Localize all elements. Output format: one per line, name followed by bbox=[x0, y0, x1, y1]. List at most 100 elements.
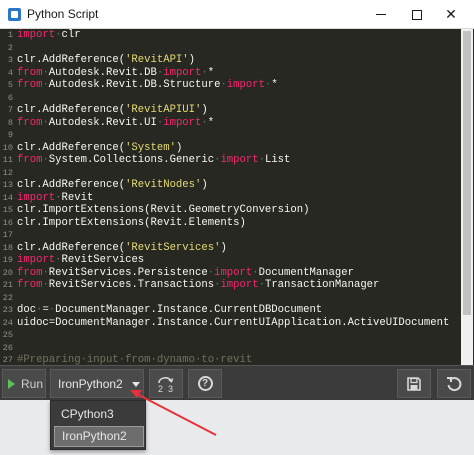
code-token: 'System' bbox=[125, 141, 176, 154]
migration-assistant-button[interactable]: 2 3 bbox=[149, 369, 183, 398]
code-token: import bbox=[17, 254, 56, 266]
code-line[interactable]: 26 bbox=[0, 342, 474, 355]
code-token: clr.AddReference( bbox=[17, 54, 126, 66]
code-line[interactable]: 14 import·Revit bbox=[0, 192, 474, 205]
code-line[interactable]: 19 import·RevitServices bbox=[0, 254, 474, 267]
python-script-window: Python Script ✕ 1 import·clr 2 3 clr.AddRefe… bbox=[0, 0, 474, 400]
code-line[interactable]: 2 bbox=[0, 42, 474, 55]
code-line[interactable]: 9 bbox=[0, 129, 474, 142]
code-token: import bbox=[214, 266, 253, 279]
code-text: import·Revit bbox=[17, 192, 93, 205]
save-button[interactable] bbox=[397, 369, 431, 398]
code-line[interactable]: 23 doc·=·DocumentManager.Instance.Current… bbox=[0, 304, 474, 317]
code-text: clr.AddReference('RevitServices') bbox=[17, 242, 227, 255]
code-line[interactable]: 13 clr.AddReference('RevitNodes') bbox=[0, 179, 474, 192]
code-line[interactable]: 15 clr.ImportExtensions(Revit.GeometryCon… bbox=[0, 204, 474, 217]
code-token: clr.AddReference( bbox=[17, 104, 126, 116]
line-number: 14 bbox=[2, 192, 13, 203]
code-line[interactable]: 8 from·Autodesk.Revit.UI·import·* bbox=[0, 117, 474, 130]
code-line[interactable]: 5 from·Autodesk.Revit.DB.Structure·import… bbox=[0, 79, 474, 92]
code-token: RevitServices.Persistence bbox=[48, 266, 208, 279]
code-token: 'RevitAPI' bbox=[125, 54, 189, 66]
help-button[interactable]: ? bbox=[188, 369, 222, 398]
revert-button[interactable] bbox=[437, 369, 471, 398]
code-token: Autodesk.Revit.DB bbox=[48, 66, 157, 79]
code-token: from bbox=[17, 266, 43, 279]
code-text: from·Autodesk.Revit.UI·import·* bbox=[17, 117, 214, 130]
code-token: ) bbox=[201, 179, 208, 191]
code-line[interactable]: 27 #Preparing·input·from·dynamo·to·revit bbox=[0, 354, 474, 365]
code-token: DocumentManager bbox=[258, 266, 354, 279]
line-number: 9 bbox=[7, 130, 13, 140]
code-line[interactable]: 6 bbox=[0, 92, 474, 105]
title-bar[interactable]: Python Script ✕ bbox=[0, 0, 474, 29]
vertical-scrollbar[interactable] bbox=[461, 29, 473, 365]
code-token: #Preparing·input·from·dynamo·to·revit bbox=[17, 354, 253, 365]
code-line[interactable]: 12 bbox=[0, 167, 474, 180]
line-number: 2 bbox=[7, 42, 13, 53]
code-text: #Preparing·input·from·dynamo·to·revit bbox=[17, 354, 252, 365]
code-token: TransactionManager bbox=[264, 279, 380, 291]
close-button[interactable]: ✕ bbox=[428, 0, 474, 29]
code-token: RevitServices bbox=[61, 254, 145, 266]
code-line[interactable]: 10 clr.AddReference('System') bbox=[0, 142, 474, 155]
code-token: from bbox=[17, 79, 43, 91]
line-number: 22 bbox=[2, 292, 13, 303]
code-text: from·Autodesk.Revit.DB.Structure·import·… bbox=[17, 79, 278, 92]
engine-option-cpython3[interactable]: CPython3 bbox=[54, 404, 144, 425]
engine-dropdown-menu: CPython3 IronPython2 bbox=[50, 400, 146, 450]
line-number: 19 bbox=[2, 255, 13, 265]
python-engine-select[interactable]: IronPython2 bbox=[50, 369, 144, 398]
engine-option-ironpython2[interactable]: IronPython2 bbox=[54, 426, 144, 447]
line-number: 23 bbox=[2, 305, 13, 315]
code-token: doc bbox=[17, 304, 37, 316]
code-line[interactable]: 7 clr.AddReference('RevitAPIUI') bbox=[0, 104, 474, 117]
code-token: uidoc=DocumentManager.Instance.CurrentUI… bbox=[17, 316, 450, 329]
code-text: clr.ImportExtensions(Revit.Elements) bbox=[17, 217, 246, 230]
line-number: 6 bbox=[7, 92, 13, 103]
code-text: clr.AddReference('RevitAPIUI') bbox=[17, 104, 208, 117]
code-token: * bbox=[207, 66, 215, 79]
svg-text:2: 2 bbox=[158, 384, 163, 394]
line-number: 16 bbox=[2, 217, 13, 228]
close-icon: ✕ bbox=[445, 6, 457, 22]
red-arrow-annotation bbox=[136, 393, 217, 436]
revert-icon bbox=[447, 376, 462, 391]
chevron-down-icon bbox=[132, 382, 140, 387]
code-line[interactable]: 25 bbox=[0, 329, 474, 342]
run-button[interactable]: Run bbox=[2, 369, 46, 398]
code-line[interactable]: 22 bbox=[0, 292, 474, 305]
code-token: clr.AddReference( bbox=[17, 141, 126, 154]
code-line[interactable]: 16 clr.ImportExtensions(Revit.Elements) bbox=[0, 217, 474, 230]
code-line[interactable]: 20 from·RevitServices.Persistence·import·… bbox=[0, 267, 474, 280]
code-editor[interactable]: 1 import·clr 2 3 clr.AddReference('RevitAPI'… bbox=[0, 29, 474, 365]
code-token: RevitServices.Transactions bbox=[48, 279, 215, 291]
code-line[interactable]: 3 clr.AddReference('RevitAPI') bbox=[0, 54, 474, 67]
line-number: 13 bbox=[2, 180, 13, 190]
code-token: ) bbox=[175, 141, 183, 154]
code-token: from bbox=[17, 154, 43, 166]
code-line[interactable]: 21 from·RevitServices.Transactions·import… bbox=[0, 279, 474, 292]
code-line[interactable]: 18 clr.AddReference('RevitServices') bbox=[0, 242, 474, 255]
code-token: System.Collections.Generic bbox=[48, 154, 215, 166]
code-text: doc·=·DocumentManager.Instance.CurrentDB… bbox=[17, 304, 322, 317]
code-token: 'RevitAPIUI' bbox=[125, 104, 202, 116]
code-line[interactable]: 4 from·Autodesk.Revit.DB·import·* bbox=[0, 67, 474, 80]
line-number: 26 bbox=[2, 342, 13, 353]
window-title: Python Script bbox=[27, 7, 99, 21]
code-text: clr.ImportExtensions(Revit.GeometryConve… bbox=[17, 204, 309, 217]
line-number: 1 bbox=[7, 30, 13, 40]
line-number: 21 bbox=[2, 280, 13, 290]
line-number: 7 bbox=[7, 105, 13, 115]
code-token: Revit bbox=[61, 191, 94, 204]
code-text: clr.AddReference('RevitAPI') bbox=[17, 54, 195, 67]
code-line[interactable]: 11 from·System.Collections.Generic·import… bbox=[0, 154, 474, 167]
code-line[interactable]: 24 uidoc=DocumentManager.Instance.Current… bbox=[0, 317, 474, 330]
help-icon: ? bbox=[197, 376, 213, 391]
code-line[interactable]: 1 import·clr bbox=[0, 29, 474, 42]
code-token: ) bbox=[188, 54, 196, 66]
scrollbar-thumb[interactable] bbox=[463, 31, 471, 315]
line-number: 20 bbox=[2, 267, 13, 278]
code-line[interactable]: 17 bbox=[0, 229, 474, 242]
code-text: import·RevitServices bbox=[17, 254, 144, 267]
